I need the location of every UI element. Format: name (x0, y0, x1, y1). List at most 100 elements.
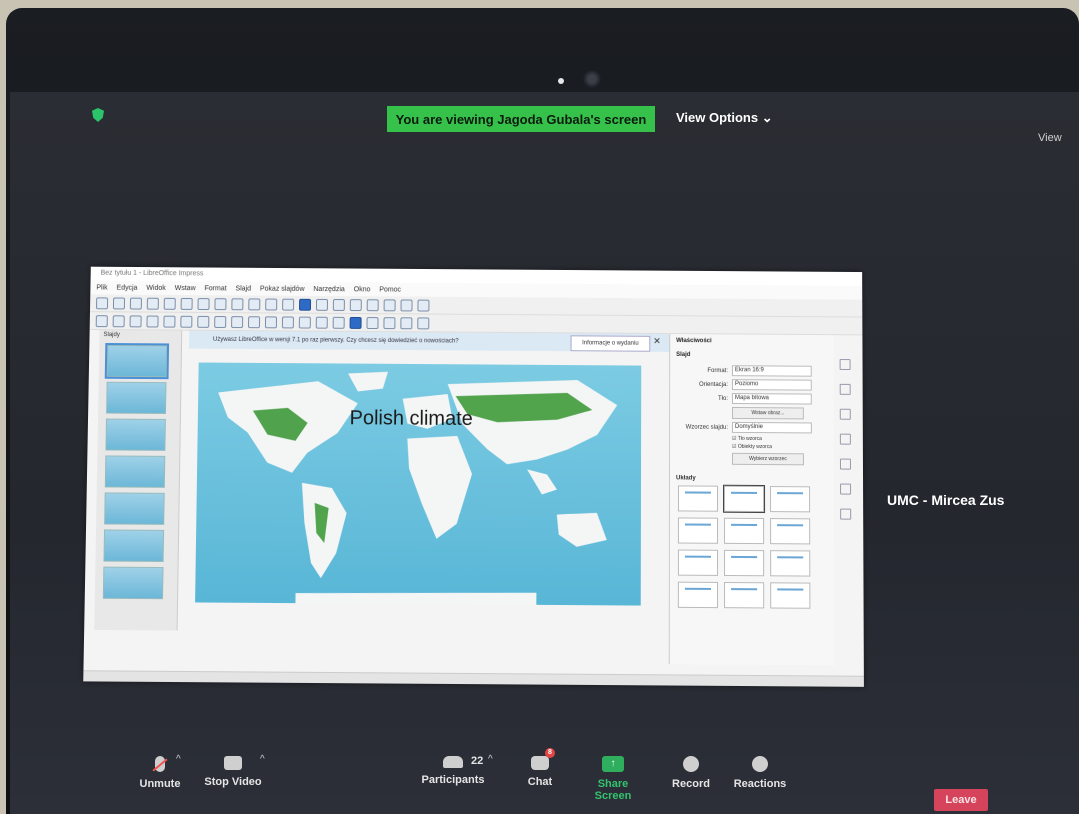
animation-icon[interactable] (839, 409, 850, 420)
video-options-caret-icon[interactable]: ^ (260, 754, 265, 765)
textbox-icon[interactable] (367, 299, 379, 311)
slide-transition-icon[interactable] (839, 384, 850, 395)
symbol-shapes-icon[interactable] (265, 316, 277, 328)
redo-icon[interactable] (231, 298, 243, 310)
slide-thumbnail[interactable] (106, 382, 166, 414)
slide-thumbnail[interactable] (105, 455, 166, 487)
slide-thumbnail[interactable] (103, 529, 164, 562)
grid-icon[interactable] (282, 298, 294, 310)
layout-option[interactable] (770, 486, 810, 512)
stop-video-button[interactable]: Stop Video (200, 756, 266, 788)
line-color-icon[interactable] (130, 315, 142, 327)
layout-option[interactable] (770, 582, 810, 608)
block-arrows-icon[interactable] (282, 316, 294, 328)
menu-item[interactable]: Pomoc (379, 286, 401, 293)
participants-caret-icon[interactable]: ^ (488, 754, 493, 765)
gallery-icon[interactable] (840, 484, 851, 495)
rectangle-icon[interactable] (163, 315, 175, 327)
basic-shapes-icon[interactable] (248, 316, 260, 328)
undo-icon[interactable] (214, 298, 226, 310)
menu-item[interactable]: Okno (354, 286, 371, 293)
reactions-button[interactable]: Reactions (732, 756, 788, 790)
3d-objects-icon[interactable] (350, 316, 362, 328)
close-icon[interactable]: ✕ (653, 336, 661, 347)
arrow-icon[interactable] (197, 315, 209, 327)
slide-thumbnail[interactable] (105, 419, 165, 451)
audio-options-caret-icon[interactable]: ^ (176, 754, 181, 765)
master-background-checkbox[interactable]: ☑ Tło wzorca (732, 436, 834, 443)
menu-item[interactable]: Narzędzia (313, 286, 344, 293)
shield-icon[interactable] (92, 108, 104, 122)
paste-icon[interactable] (198, 298, 210, 310)
view-button[interactable]: View (1038, 132, 1062, 144)
layout-option[interactable] (724, 550, 764, 576)
new-icon[interactable] (96, 297, 108, 309)
master-slides-icon[interactable] (839, 434, 850, 445)
share-screen-button[interactable]: ↑ Share Screen (580, 756, 646, 802)
select-icon[interactable] (96, 315, 108, 327)
find-icon[interactable] (248, 298, 260, 310)
styles-icon[interactable] (839, 459, 850, 470)
image-icon[interactable] (333, 299, 345, 311)
layout-option[interactable] (770, 550, 810, 576)
navigator-icon[interactable] (840, 509, 851, 520)
menu-item[interactable]: Edycja (117, 284, 138, 291)
curve-icon[interactable] (214, 316, 226, 328)
slide-thumbnail[interactable] (107, 345, 167, 377)
release-notes-button[interactable]: Informacje o wydaniu (571, 335, 651, 351)
display-icon[interactable] (299, 298, 311, 310)
slideshow-icon[interactable] (417, 299, 429, 311)
rotate-icon[interactable] (366, 317, 378, 329)
fontwork-icon[interactable] (384, 299, 396, 311)
background-select[interactable]: Mapa bitowa (732, 393, 812, 404)
ellipse-icon[interactable] (180, 315, 192, 327)
arrange-icon[interactable] (400, 317, 412, 329)
chart-icon[interactable] (350, 299, 362, 311)
format-select[interactable]: Ekran 16:9 (732, 365, 812, 376)
properties-icon[interactable] (839, 359, 850, 370)
connector-icon[interactable] (231, 316, 243, 328)
table-icon[interactable] (316, 298, 328, 310)
layout-option[interactable] (678, 550, 718, 576)
layout-option[interactable] (724, 582, 764, 608)
callouts-icon[interactable] (316, 316, 328, 328)
slide-canvas[interactable]: Polish climate (195, 363, 641, 606)
menu-item[interactable]: Widok (146, 284, 165, 291)
menu-item[interactable]: Pokaz slajdów (260, 285, 305, 292)
layout-option[interactable] (678, 517, 718, 543)
zoom-icon[interactable] (113, 315, 125, 327)
orientation-select[interactable]: Poziomo (732, 379, 812, 390)
shadow-icon[interactable] (417, 317, 429, 329)
slide-title[interactable]: Polish climate (349, 407, 472, 431)
menu-item[interactable]: Slajd (235, 285, 251, 292)
menu-item[interactable]: Wstaw (175, 285, 196, 292)
slide-thumbnail[interactable] (103, 567, 164, 600)
slide-section-label[interactable]: Slajd (670, 348, 833, 363)
fill-color-icon[interactable] (146, 315, 158, 327)
layout-option[interactable] (678, 485, 718, 511)
chat-button[interactable]: 8 Chat (520, 756, 560, 788)
open-icon[interactable] (113, 297, 125, 309)
view-options-button[interactable]: View Options ⌄ (676, 110, 773, 126)
spellcheck-icon[interactable] (265, 298, 277, 310)
menu-item[interactable]: Format (204, 285, 226, 292)
hyperlink-icon[interactable] (401, 299, 413, 311)
master-objects-checkbox[interactable]: ☑ Obiekty wzorca (732, 444, 834, 451)
layout-option[interactable] (724, 518, 764, 544)
insert-image-button[interactable]: Wstaw obraz... (732, 407, 804, 419)
layout-option[interactable] (770, 518, 810, 544)
align-icon[interactable] (383, 317, 395, 329)
save-icon[interactable] (130, 297, 142, 309)
copy-icon[interactable] (181, 297, 193, 309)
select-master-button[interactable]: Wybierz wzorzec (732, 453, 804, 465)
slide-thumbnail[interactable] (104, 492, 165, 524)
cut-icon[interactable] (164, 297, 176, 309)
flowchart-icon[interactable] (299, 316, 311, 328)
master-select[interactable]: Domyślnie (732, 422, 812, 434)
layout-option[interactable] (724, 486, 764, 512)
record-button[interactable]: Record (668, 756, 714, 790)
print-icon[interactable] (147, 297, 159, 309)
layout-option[interactable] (678, 582, 718, 608)
leave-button[interactable]: Leave (934, 789, 988, 811)
menu-item[interactable]: Plik (96, 284, 107, 291)
